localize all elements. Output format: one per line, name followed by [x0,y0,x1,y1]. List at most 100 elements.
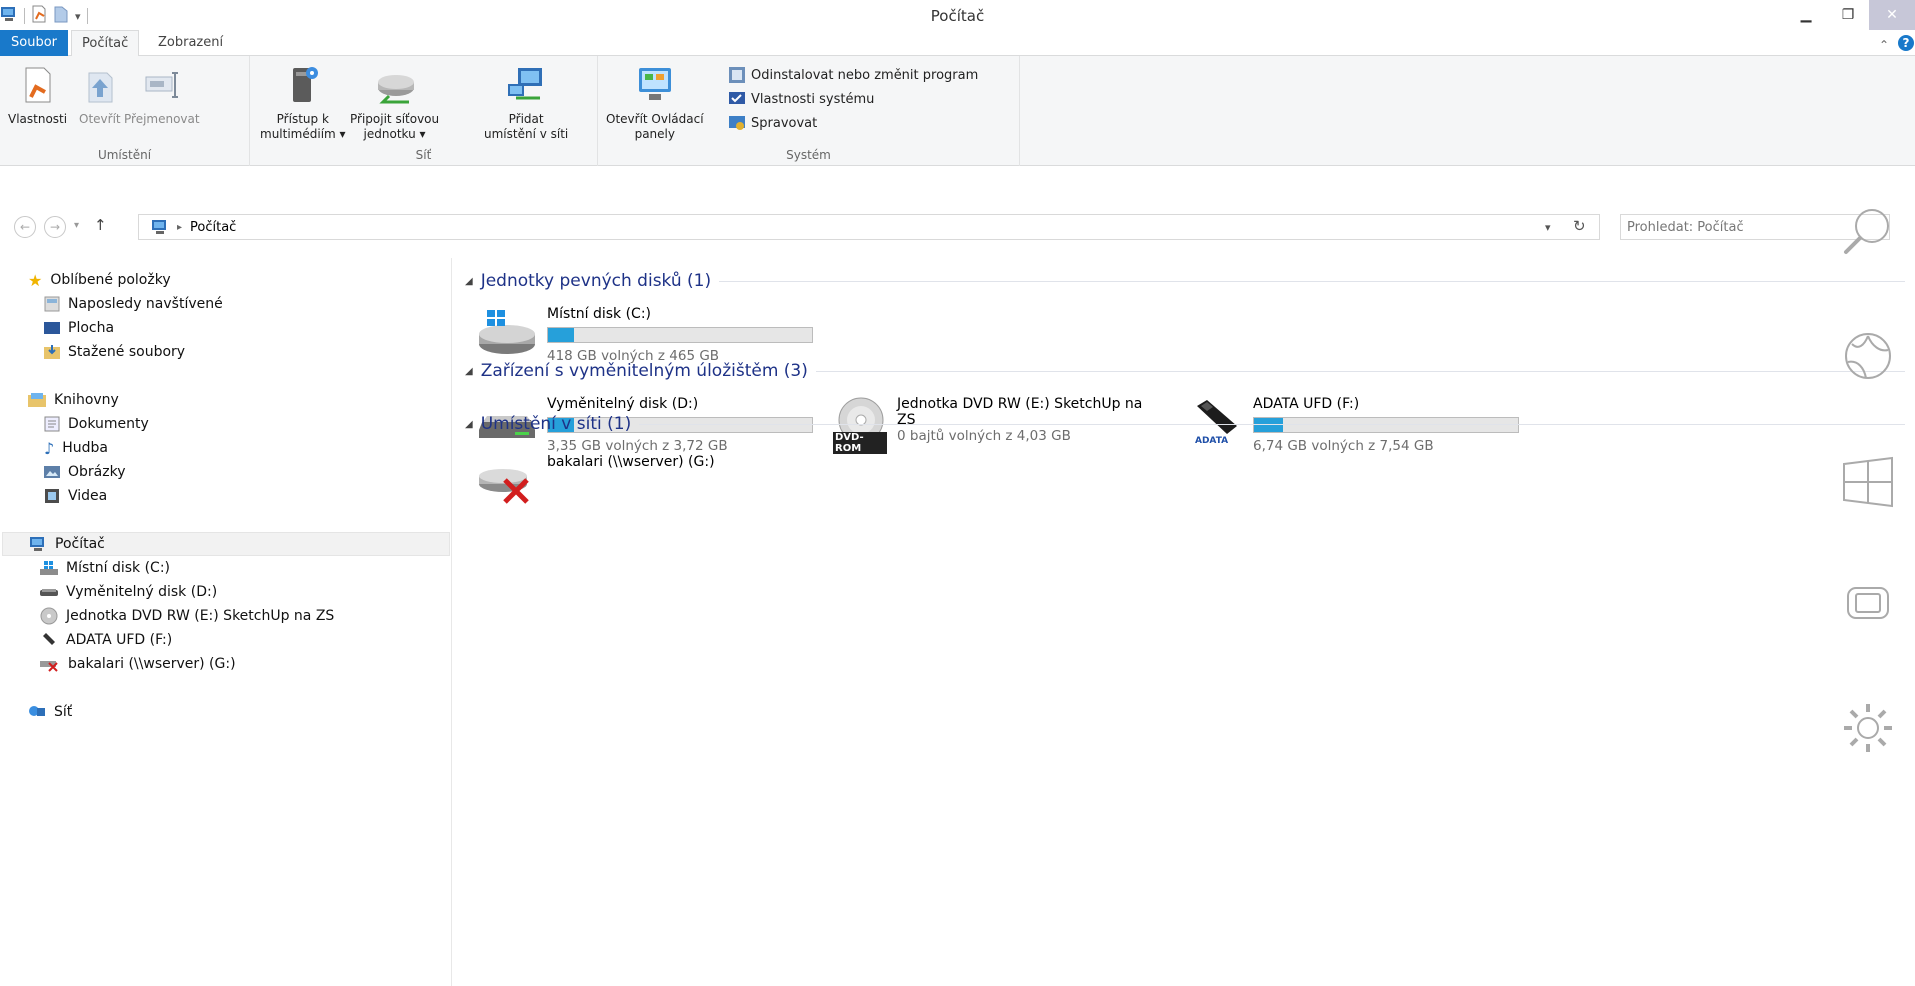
drive-f-free-space: 6,74 GB volných z 7,54 GB [1253,438,1434,454]
media-server-icon [283,64,323,106]
nav-drive-e[interactable]: Jednotka DVD RW (E:) SketchUp na ZS [40,604,334,628]
open-control-panel-button[interactable]: Otevřít Ovládací panely [606,64,704,142]
navigation-pane: ★ Oblíbené položky Naposledy navštívené … [0,258,452,986]
window-controls: ▁ ❐ ✕ [1785,0,1915,30]
tab-computer[interactable]: Počítač [71,30,139,57]
collapse-ribbon-icon[interactable]: ⌃ [1879,38,1889,52]
ribbon: Vlastnosti Otevřít Přejmenovat Umístění … [0,56,1915,166]
collapse-arrow-icon[interactable]: ◢ [465,419,473,430]
nav-recent-label: Naposledy navštívené [68,296,223,312]
up-button[interactable]: ↑ [94,216,107,234]
nav-documents[interactable]: Dokumenty [44,412,149,436]
uninstall-label: Odinstalovat nebo změnit program [751,67,979,83]
nav-network[interactable]: Síť [28,700,72,724]
restore-button[interactable]: ❐ [1827,0,1869,30]
group-network: Přístup k multimédiím ▾ Připojit síťovou… [250,56,598,166]
computer-icon [30,537,44,551]
content-pane: ◢ Jednotky pevných disků (1) Místní disk… [453,258,1915,986]
collapse-arrow-icon[interactable]: ◢ [465,366,473,377]
network-drive-icon [375,64,415,106]
media-access-button[interactable]: Přístup k multimédiím ▾ [260,64,346,142]
nav-drive-f[interactable]: ADATA UFD (F:) [40,628,172,652]
disconnected-network-drive-icon [479,469,529,504]
manage-icon [729,116,745,130]
nav-favorites[interactable]: ★ Oblíbené položky [28,268,171,292]
nav-drive-e-label: Jednotka DVD RW (E:) SketchUp na ZS [66,608,335,624]
properties-icon[interactable] [31,5,47,27]
nav-downloads[interactable]: Stažené soubory [44,340,185,364]
nav-libraries[interactable]: Knihovny [28,388,119,412]
refresh-button[interactable]: ↻ [1573,217,1586,235]
address-dropdown-button[interactable]: ▾ [1545,221,1551,234]
open-label: Otevřít [79,112,121,126]
media-access-label-2: multimédiím ▾ [260,127,346,141]
minimize-button[interactable]: ▁ [1785,0,1827,30]
manage-button[interactable]: Spravovat [728,114,817,132]
nav-desktop-label: Plocha [68,320,115,336]
media-access-label-1: Přístup k [276,112,329,126]
back-button[interactable]: ← [14,216,36,238]
share-charm[interactable] [1820,316,1915,396]
section-removable[interactable]: ◢ Zařízení s vyměnitelným úložištěm (3) [465,358,1905,384]
documents-icon [44,416,60,432]
settings-charm[interactable] [1820,688,1915,768]
usb-drive-icon [43,633,55,645]
nav-drive-g[interactable]: bakalari (\\wserver) (G:) [40,652,236,676]
tab-view[interactable]: Zobrazení [148,30,233,56]
drive-c[interactable]: Místní disk (C:) 418 GB volných z 465 GB [477,306,813,364]
rename-button[interactable]: Přejmenovat [124,64,200,127]
nav-desktop[interactable]: Plocha [44,316,114,340]
customize-qat-icon[interactable]: ▾ [75,10,81,23]
nav-downloads-label: Stažené soubory [68,344,186,360]
open-button[interactable]: Otevřít [79,64,121,127]
ribbon-tabs: Soubor Počítač Zobrazení ⌃ ? [0,30,1915,57]
nav-libraries-label: Knihovny [54,392,119,408]
nav-recent[interactable]: Naposledy navštívené [44,292,223,316]
breadcrumb-computer[interactable]: Počítač [190,220,236,235]
nav-drive-c-label: Místní disk (C:) [66,560,171,576]
address-bar[interactable]: ▸ Počítač [138,214,1600,240]
add-network-location-button[interactable]: Přidat umístění v síti [484,64,568,142]
map-network-drive-button[interactable]: Připojit síťovou jednotku ▾ [350,64,439,142]
tab-file[interactable]: Soubor [0,30,68,56]
section-network-label: Umístění v síti (1) [480,414,632,434]
help-icon[interactable]: ? [1897,34,1915,56]
group-location: Vlastnosti Otevřít Přejmenovat Umístění [0,56,250,166]
computer-icon[interactable] [0,6,18,26]
start-charm[interactable] [1820,440,1915,520]
network-section[interactable]: ◢ Umístění v síti (1) [465,411,1905,437]
nav-music-label: Hudba [62,440,108,456]
properties-button[interactable]: Vlastnosti [8,64,67,127]
breadcrumb-chevron-icon[interactable]: ▸ [177,222,182,233]
new-folder-icon[interactable] [53,5,69,27]
search-input[interactable]: Prohledat: Počítač [1627,220,1744,235]
nav-videos[interactable]: Videa [44,484,107,508]
open-icon [80,64,120,106]
section-hard-disks[interactable]: ◢ Jednotky pevných disků (1) [465,268,1905,294]
search-charm[interactable] [1820,192,1915,272]
programs-icon [729,67,745,83]
address-row: ← → ▾ ↑ ▸ Počítač ▾ ↻ Prohledat: Počítač [0,212,1915,244]
nav-drive-c[interactable]: Místní disk (C:) [40,556,170,580]
nav-pictures[interactable]: Obrázky [44,460,125,484]
nav-computer[interactable]: Počítač [2,532,450,556]
add-location-label-1: Přidat [508,112,544,126]
uninstall-program-button[interactable]: Odinstalovat nebo změnit program [728,66,978,84]
drive-g[interactable]: bakalari (\\wserver) (G:) [477,454,715,506]
close-button[interactable]: ✕ [1869,0,1915,30]
share-icon [1844,333,1891,379]
removable-disk-icon [40,589,58,596]
section-divider [639,423,1905,425]
system-properties-button[interactable]: Vlastnosti systému [728,90,874,108]
section-removable-label: Zařízení s vyměnitelným úložištěm (3) [480,361,808,381]
nav-music[interactable]: ♪ Hudba [44,436,108,460]
collapse-arrow-icon[interactable]: ◢ [465,276,473,287]
recent-locations-button[interactable]: ▾ [74,220,79,231]
ribbon-controls: ⌃ ? [1879,34,1915,56]
nav-drive-g-label: bakalari (\\wserver) (G:) [68,656,236,672]
forward-button[interactable]: → [44,216,66,238]
svg-text:?: ? [1903,36,1910,50]
devices-charm[interactable] [1820,564,1915,644]
local-disk-icon [479,310,535,354]
nav-drive-d[interactable]: Vyměnitelný disk (D:) [40,580,217,604]
